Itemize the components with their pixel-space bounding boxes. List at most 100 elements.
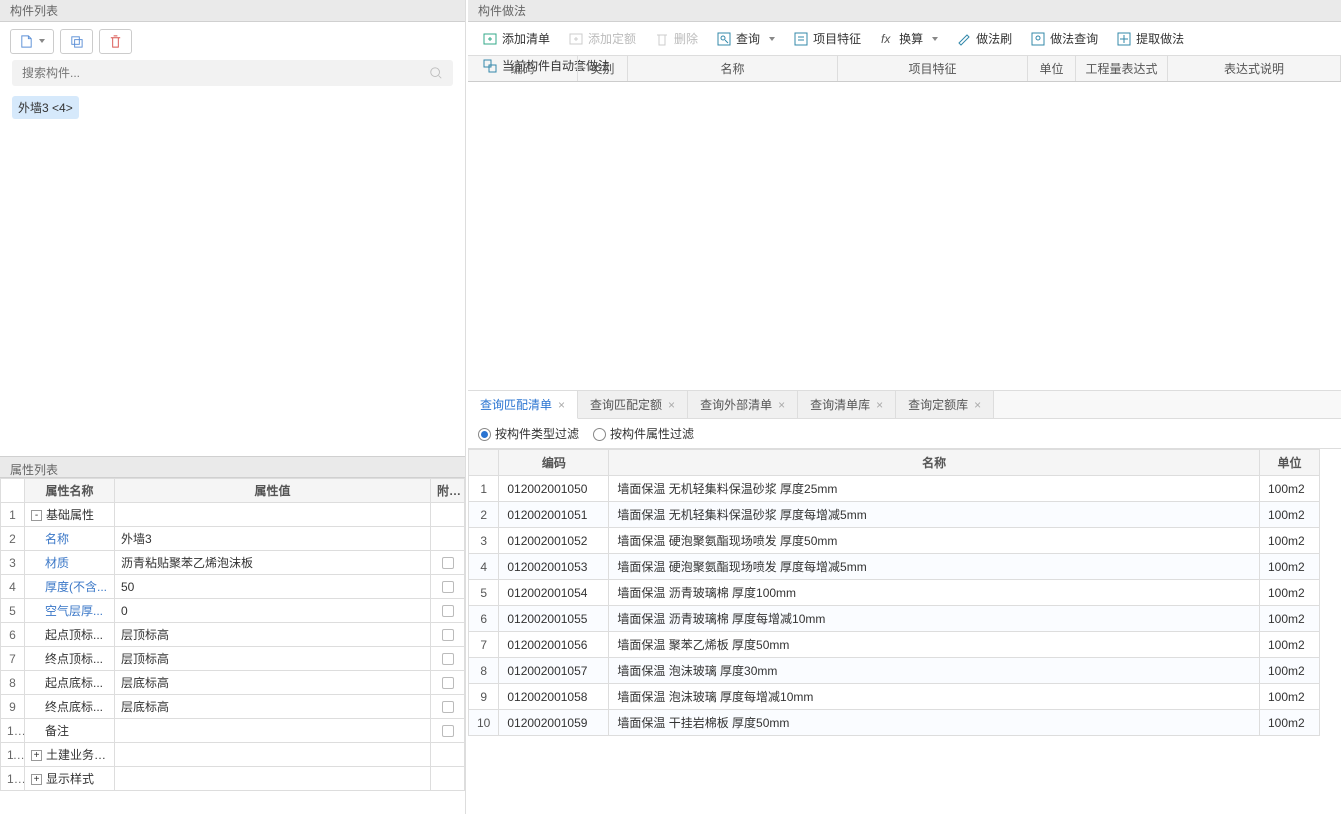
add-list-button[interactable]: 添加清单 <box>476 28 556 49</box>
property-row[interactable]: 8起点底标...层底标高 <box>1 671 465 695</box>
prop-value-cell[interactable]: 层底标高 <box>115 695 431 719</box>
query-tab[interactable]: 查询外部清单× <box>688 391 798 418</box>
prop-value-cell[interactable]: 50 <box>115 575 431 599</box>
prop-value-cell[interactable] <box>115 767 431 791</box>
result-row[interactable]: 2012002001051墙面保温 无机轻集料保温砂浆 厚度每增减5mm100m… <box>469 502 1320 528</box>
property-row[interactable]: 4厚度(不含...50 <box>1 575 465 599</box>
result-row[interactable]: 4012002001053墙面保温 硬泡聚氨酯现场喷发 厚度每增减5mm100m… <box>469 554 1320 580</box>
prop-value-cell[interactable]: 0 <box>115 599 431 623</box>
convert-button[interactable]: fx换算 <box>873 28 944 49</box>
property-row[interactable]: 3材质沥青粘贴聚苯乙烯泡沫板 <box>1 551 465 575</box>
expand-icon[interactable]: + <box>31 774 42 785</box>
property-row[interactable]: 5空气层厚...0 <box>1 599 465 623</box>
fx-icon: fx <box>879 31 895 47</box>
query-button[interactable]: 查询 <box>710 28 781 49</box>
delete-button[interactable] <box>99 29 132 54</box>
property-row[interactable]: 9终点底标...层底标高 <box>1 695 465 719</box>
search-input[interactable] <box>12 60 453 86</box>
checkbox[interactable] <box>442 581 454 593</box>
prop-attach-cell[interactable] <box>431 695 465 719</box>
close-icon[interactable]: × <box>974 398 981 412</box>
result-code: 012002001055 <box>499 606 609 632</box>
prop-value-cell[interactable] <box>115 719 431 743</box>
project-feature-button[interactable]: 项目特征 <box>787 28 867 49</box>
expand-icon[interactable]: + <box>31 750 42 761</box>
close-icon[interactable]: × <box>876 398 883 412</box>
prop-value-cell[interactable]: 外墙3 <box>115 527 431 551</box>
result-name-header: 名称 <box>609 450 1260 476</box>
result-name: 墙面保温 干挂岩棉板 厚度50mm <box>609 710 1260 736</box>
property-row[interactable]: 10备注 <box>1 719 465 743</box>
method-panel-title: 构件做法 <box>468 0 1341 22</box>
result-row[interactable]: 8012002001057墙面保温 泡沫玻璃 厚度30mm100m2 <box>469 658 1320 684</box>
filter-by-attr[interactable]: 按构件属性过滤 <box>593 425 694 442</box>
prop-attach-cell[interactable] <box>431 551 465 575</box>
new-button[interactable] <box>10 29 54 54</box>
row-number: 8 <box>1 671 25 695</box>
prop-attach-cell[interactable] <box>431 767 465 791</box>
result-code: 012002001059 <box>499 710 609 736</box>
prop-attach-cell[interactable] <box>431 719 465 743</box>
result-rownum: 5 <box>469 580 499 606</box>
property-row[interactable]: 7终点顶标...层顶标高 <box>1 647 465 671</box>
checkbox[interactable] <box>442 605 454 617</box>
prop-value-cell[interactable]: 层顶标高 <box>115 623 431 647</box>
checkbox[interactable] <box>442 629 454 641</box>
query-tab[interactable]: 查询清单库× <box>798 391 896 418</box>
prop-name-cell: 终点底标... <box>25 695 115 719</box>
prop-attach-cell[interactable] <box>431 647 465 671</box>
col-unit: 单位 <box>1028 56 1076 81</box>
checkbox[interactable] <box>442 725 454 737</box>
result-unit: 100m2 <box>1260 632 1320 658</box>
prop-name-cell: 材质 <box>25 551 115 575</box>
property-table: 属性名称 属性值 附加 1-基础属性2名称外墙33材质沥青粘贴聚苯乙烯泡沫板4厚… <box>0 478 465 791</box>
prop-attach-cell[interactable] <box>431 527 465 551</box>
checkbox[interactable] <box>442 677 454 689</box>
checkbox[interactable] <box>442 701 454 713</box>
result-rownum: 10 <box>469 710 499 736</box>
result-row[interactable]: 9012002001058墙面保温 泡沫玻璃 厚度每增减10mm100m2 <box>469 684 1320 710</box>
result-row[interactable]: 1012002001050墙面保温 无机轻集料保温砂浆 厚度25mm100m2 <box>469 476 1320 502</box>
svg-text:fx: fx <box>881 32 891 46</box>
property-row[interactable]: 15+显示样式 <box>1 767 465 791</box>
prop-value-cell[interactable] <box>115 743 431 767</box>
prop-attach-cell[interactable] <box>431 599 465 623</box>
prop-attach-cell[interactable] <box>431 671 465 695</box>
property-row[interactable]: 2名称外墙3 <box>1 527 465 551</box>
collapse-icon[interactable]: - <box>31 510 42 521</box>
query-tab[interactable]: 查询匹配定额× <box>578 391 688 418</box>
result-row[interactable]: 7012002001056墙面保温 聚苯乙烯板 厚度50mm100m2 <box>469 632 1320 658</box>
query-tab[interactable]: 查询定额库× <box>896 391 994 418</box>
copy-button[interactable] <box>60 29 93 54</box>
property-row[interactable]: 6起点顶标...层顶标高 <box>1 623 465 647</box>
search-icon[interactable] <box>429 66 443 80</box>
property-row[interactable]: 11+土建业务属性 <box>1 743 465 767</box>
prop-attach-cell[interactable] <box>431 575 465 599</box>
prop-attach-cell[interactable] <box>431 743 465 767</box>
prop-value-cell[interactable]: 层底标高 <box>115 671 431 695</box>
result-row[interactable]: 3012002001052墙面保温 硬泡聚氨酯现场喷发 厚度50mm100m2 <box>469 528 1320 554</box>
result-row[interactable]: 10012002001059墙面保温 干挂岩棉板 厚度50mm100m2 <box>469 710 1320 736</box>
method-query-button[interactable]: 做法查询 <box>1024 28 1104 49</box>
result-unit: 100m2 <box>1260 710 1320 736</box>
query-tab[interactable]: 查询匹配清单× <box>468 391 578 419</box>
checkbox[interactable] <box>442 653 454 665</box>
result-row[interactable]: 5012002001054墙面保温 沥青玻璃棉 厚度100mm100m2 <box>469 580 1320 606</box>
result-rownum: 7 <box>469 632 499 658</box>
result-row[interactable]: 6012002001055墙面保温 沥青玻璃棉 厚度每增减10mm100m2 <box>469 606 1320 632</box>
prop-attach-cell[interactable] <box>431 623 465 647</box>
close-icon[interactable]: × <box>668 398 675 412</box>
prop-value-cell[interactable]: 层顶标高 <box>115 647 431 671</box>
extract-method-button[interactable]: 提取做法 <box>1110 28 1190 49</box>
prop-value-cell[interactable]: 沥青粘贴聚苯乙烯泡沫板 <box>115 551 431 575</box>
result-rownum: 8 <box>469 658 499 684</box>
method-brush-button[interactable]: 做法刷 <box>950 28 1018 49</box>
close-icon[interactable]: × <box>558 398 565 412</box>
prop-attach-cell[interactable] <box>431 503 465 527</box>
component-tree-item[interactable]: 外墙3 <4> <box>12 96 79 119</box>
checkbox[interactable] <box>442 557 454 569</box>
property-row[interactable]: 1-基础属性 <box>1 503 465 527</box>
filter-by-type[interactable]: 按构件类型过滤 <box>478 425 579 442</box>
prop-value-cell[interactable] <box>115 503 431 527</box>
close-icon[interactable]: × <box>778 398 785 412</box>
